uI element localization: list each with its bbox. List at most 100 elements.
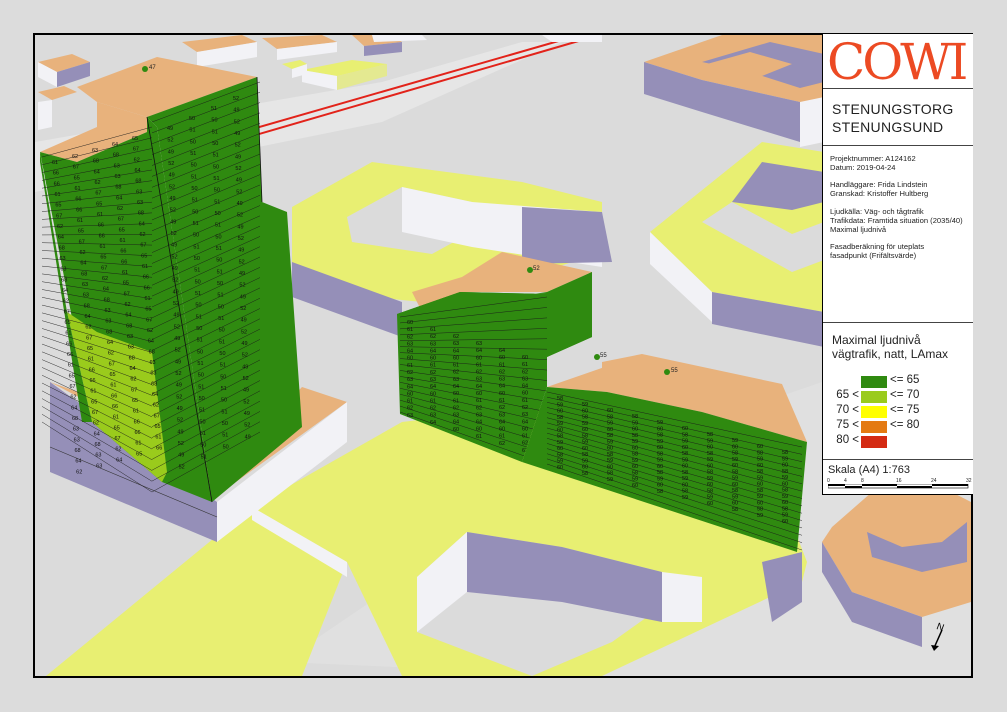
facade-value: 61 <box>430 363 436 369</box>
facade-value: 52 <box>244 423 250 429</box>
facade-value: 64 <box>103 287 109 293</box>
facade-value: 51 <box>212 129 218 135</box>
legend-swatch <box>861 391 887 403</box>
facade-value: 52 <box>176 394 182 400</box>
facade-value: 63 <box>453 341 459 347</box>
facade-value: 62 <box>522 441 528 447</box>
facade-value: 65 <box>69 373 75 379</box>
facade-value: 59 <box>732 476 738 482</box>
facade-value: 58 <box>607 452 613 458</box>
facade-value: 49 <box>235 154 241 160</box>
facade-value: 60 <box>453 355 459 361</box>
facade-value: 60 <box>682 426 688 432</box>
facade-value: 60 <box>407 391 413 397</box>
facade-value: 64 <box>407 384 413 390</box>
facade-value: 60 <box>430 356 436 362</box>
facade-value: 49 <box>169 196 175 202</box>
facade-value: 66 <box>121 259 127 265</box>
scale-label: Skala (A4) 1:763 <box>828 464 910 476</box>
facade-value: 59 <box>707 457 713 463</box>
facade-value: 52 <box>177 418 183 424</box>
facade-value: 68 <box>138 211 144 217</box>
reviewer: Granskad: Kristoffer Hultberg <box>830 189 929 198</box>
facade-value: 51 <box>222 433 228 439</box>
facade-value: 58 <box>657 451 663 457</box>
facade-value: 62 <box>522 369 528 375</box>
facade-value: 62 <box>153 403 159 409</box>
facade-value: 60 <box>632 427 638 433</box>
facade-value: 60 <box>522 355 528 361</box>
facade-value: 60 <box>557 409 563 415</box>
facade-value: 61 <box>145 296 151 302</box>
facade-value: 58 <box>557 452 563 458</box>
facade-value: 49 <box>241 341 247 347</box>
facade-value: 61 <box>77 218 83 224</box>
facade-value: 67 <box>133 147 139 153</box>
facade-value: 50 <box>220 374 226 380</box>
facade-value: 59 <box>682 457 688 463</box>
facade-value: 63 <box>407 377 413 383</box>
facade-value: 60 <box>682 445 688 451</box>
facade-value: 50 <box>195 303 201 309</box>
facade-value: 52 <box>240 306 246 312</box>
legend-title: Maximal ljudnivå <box>832 333 921 347</box>
facade-value: 64 <box>453 348 459 354</box>
facade-value: 64 <box>94 169 100 175</box>
facade-value: 68 <box>115 185 121 191</box>
facade-value: 60 <box>757 482 763 488</box>
facade-value: 59 <box>732 494 738 500</box>
facade-value: 49 <box>233 108 239 114</box>
facade-value: 61 <box>407 363 413 369</box>
facade-value: 59 <box>707 495 713 501</box>
facade-value: 50 <box>219 351 225 357</box>
legend-lower-bound: 80 < <box>836 434 859 446</box>
facade-value: 49 <box>170 219 176 225</box>
facade-value: 62 <box>130 377 136 383</box>
legend-swatch <box>861 421 887 433</box>
facade-value: 62 <box>125 302 131 308</box>
facade-value: 63 <box>137 200 143 206</box>
facade-value: 67 <box>154 413 160 419</box>
facade-value: 65 <box>55 203 61 209</box>
facade-value: 64 <box>116 457 122 463</box>
facade-value: 68 <box>151 381 157 387</box>
facade-value: 58 <box>632 452 638 458</box>
facade-value: 52 <box>237 213 243 219</box>
facade-value: 63 <box>407 341 413 347</box>
facade-value: 50 <box>193 233 199 239</box>
facade-value: 63 <box>105 319 111 325</box>
facade-value: 61 <box>430 327 436 333</box>
facade-value: 64 <box>71 405 77 411</box>
facade-value: 60 <box>732 501 738 507</box>
facade-value: 61 <box>522 398 528 404</box>
facade-value: 52 <box>171 231 177 237</box>
facade-value: 61 <box>75 186 81 192</box>
facade-value: 50 <box>199 396 205 402</box>
facade-value: 66 <box>90 378 96 384</box>
facade-value: 58 <box>657 489 663 495</box>
info-section: Projektnummer: A124162 Datum: 2019-04-24… <box>823 146 973 323</box>
north-arrow-icon: N <box>931 621 945 651</box>
facade-value: 66 <box>66 341 72 347</box>
facade-value: 61 <box>499 362 505 368</box>
facade-value: 62 <box>80 250 86 256</box>
facade-value: 65 <box>65 320 71 326</box>
facade-value: 68 <box>72 416 78 422</box>
facade-value: 63 <box>476 341 482 347</box>
facade-value: 59 <box>782 494 788 500</box>
facade-value: 64 <box>135 168 141 174</box>
facade-value: 58 <box>682 451 688 457</box>
facade-value: 49 <box>237 224 243 230</box>
facade-value: 64 <box>139 221 145 227</box>
facade-value: 60 <box>557 446 563 452</box>
facade-value: 62 <box>453 334 459 340</box>
facade-value: 66 <box>144 285 150 291</box>
legend-lower-bound: 75 < <box>836 419 859 431</box>
facade-value: 66 <box>98 223 104 229</box>
facade-value: 50 <box>200 443 206 449</box>
facade-value: 58 <box>582 433 588 439</box>
facade-value: 52 <box>170 208 176 214</box>
title-section: STENUNGSTORG STENUNGSUND <box>823 89 973 146</box>
facade-value: 66 <box>76 207 82 213</box>
facade-value: 63 <box>114 163 120 169</box>
